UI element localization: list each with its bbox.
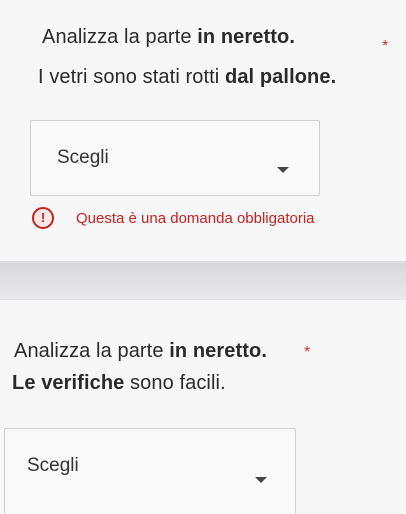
question-2-sentence-bold: Le verifiche [12,372,125,394]
answer-select-2[interactable]: Scegli [4,428,296,514]
question-1-title-bold: in neretto. [197,26,295,48]
question-1-sentence-plain: I vetri sono stati rotti [38,66,226,88]
question-1-sentence-bold: dal pallone. [225,66,337,88]
question-card-2: Analizza la parte in neretto. * Le verif… [0,300,406,514]
required-asterisk: * [382,38,389,55]
question-card-1: Analizza la parte in neretto. * I vetri … [0,0,406,262]
required-asterisk: * [304,344,311,361]
question-2-title: Analizza la parte in neretto. [14,340,267,363]
select-2-value: Scegli [27,455,79,476]
question-2-title-bold: in neretto. [169,340,267,362]
chevron-down-icon [277,167,289,173]
select-1-value: Scegli [57,147,109,168]
error-text: Questa è una domanda obbligatoria [76,210,315,227]
chevron-down-icon [255,477,267,483]
card-separator [0,263,406,299]
question-2-title-plain: Analizza la parte [14,340,170,362]
question-1-sentence: I vetri sono stati rotti dal pallone. [38,66,336,89]
question-1-title-plain: Analizza la parte [42,26,198,48]
exclamation-circle-icon: ! [32,207,54,229]
answer-select-1[interactable]: Scegli [30,120,320,196]
question-2-sentence-plain: sono facili. [124,372,226,394]
question-2-sentence: Le verifiche sono facili. [12,372,226,395]
question-1-title: Analizza la parte in neretto. [42,26,295,49]
